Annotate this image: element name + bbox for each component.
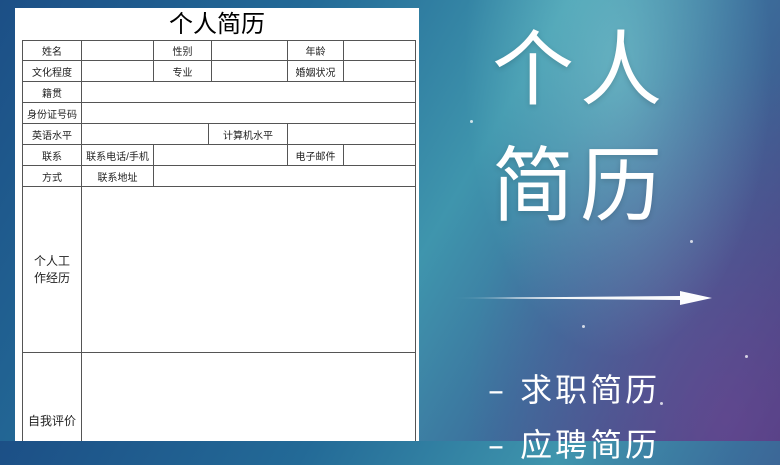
input-major[interactable] <box>211 60 288 82</box>
input-education[interactable] <box>81 60 154 82</box>
label-self-evaluation: 自我评价 <box>22 352 82 441</box>
star-decoration <box>745 355 748 358</box>
input-work-experience[interactable] <box>81 186 416 353</box>
label-computer-level: 计算机水平 <box>208 123 288 145</box>
label-id-number: 身份证号码 <box>22 102 82 124</box>
input-age[interactable] <box>343 40 416 61</box>
label-age: 年龄 <box>287 40 344 61</box>
input-gender[interactable] <box>211 40 288 61</box>
label-work-experience: 个人工作经历 <box>22 186 82 353</box>
star-decoration <box>690 240 693 243</box>
label-major: 专业 <box>153 60 212 82</box>
star-decoration <box>582 325 585 328</box>
label-contact-bottom: 方式 <box>22 165 82 187</box>
label-work-experience-text: 个人工作经历 <box>33 253 70 285</box>
input-id-number[interactable] <box>81 102 416 124</box>
label-address: 联系地址 <box>81 165 154 187</box>
label-email: 电子邮件 <box>287 144 344 166</box>
input-marital[interactable] <box>343 60 416 82</box>
label-marital: 婚姻状况 <box>287 60 344 82</box>
arrow-decoration <box>450 291 712 305</box>
subtitle-application: – 应聘简历 <box>488 426 661 464</box>
input-english-level[interactable] <box>81 123 209 145</box>
hero-title-line2: 简历 <box>492 139 669 234</box>
label-contact-top: 联系 <box>22 144 82 166</box>
label-name: 姓名 <box>22 40 82 61</box>
label-phone: 联系电话/手机 <box>81 144 154 166</box>
input-name[interactable] <box>81 40 154 61</box>
label-native-place: 籍贯 <box>22 81 82 103</box>
label-education: 文化程度 <box>22 60 82 82</box>
hero-title-line1: 个人 <box>492 23 669 118</box>
input-phone[interactable] <box>153 144 288 166</box>
input-computer-level[interactable] <box>287 123 416 145</box>
label-gender: 性别 <box>153 40 212 61</box>
star-decoration <box>470 120 473 123</box>
label-english-level: 英语水平 <box>22 123 82 145</box>
input-native-place[interactable] <box>81 81 416 103</box>
resume-sheet: 个人简历 姓名 性别 年龄 文化程度 专业 婚姻状况 籍贯 身份证号码 英语水平… <box>15 8 419 441</box>
resume-table: 姓名 性别 年龄 文化程度 专业 婚姻状况 籍贯 身份证号码 英语水平 计算机水… <box>15 8 419 441</box>
subtitle-job-seeking: – 求职简历 <box>488 371 661 409</box>
input-self-evaluation[interactable] <box>81 352 416 441</box>
input-address[interactable] <box>153 165 416 187</box>
star-decoration <box>660 402 663 405</box>
input-email[interactable] <box>343 144 416 166</box>
